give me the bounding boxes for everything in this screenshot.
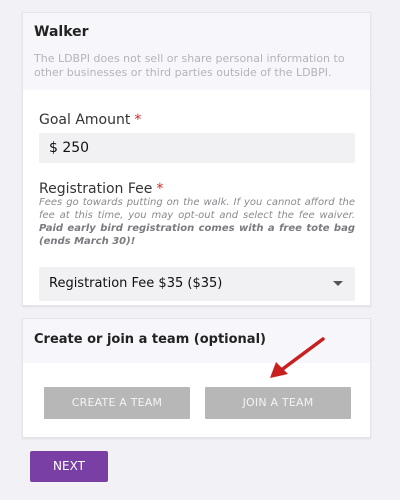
team-card-title: Create or join a team (optional): [34, 332, 266, 347]
required-asterisk: *: [156, 181, 164, 197]
red-arrow-annotation-icon: [270, 337, 325, 378]
walker-card-title: Walker: [34, 24, 89, 40]
chevron-down-icon: [333, 281, 343, 286]
required-asterisk: *: [134, 112, 142, 128]
walker-card: Walker The LDBPI does not sell or share …: [22, 12, 371, 306]
next-button[interactable]: NEXT: [30, 451, 108, 482]
goal-amount-label-text: Goal Amount: [39, 112, 131, 128]
join-team-button[interactable]: JOIN A TEAM: [205, 387, 351, 419]
registration-fee-label-text: Registration Fee: [39, 181, 153, 197]
fee-help-text: Fees go towards putting on the walk. If …: [39, 197, 355, 221]
page: Walker The LDBPI does not sell or share …: [0, 0, 400, 500]
walker-card-header: Walker The LDBPI does not sell or share …: [23, 13, 370, 90]
create-team-button[interactable]: CREATE A TEAM: [44, 387, 190, 419]
fee-help-bold: Paid early bird registration comes with …: [39, 223, 355, 247]
registration-fee-selected-value: Registration Fee $35 ($35): [49, 276, 223, 291]
registration-fee-help: Fees go towards putting on the walk. If …: [39, 196, 355, 248]
registration-fee-label: Registration Fee *: [39, 181, 163, 197]
goal-amount-label: Goal Amount *: [39, 112, 141, 128]
registration-fee-select[interactable]: Registration Fee $35 ($35): [39, 267, 355, 301]
privacy-note: The LDBPI does not sell or share persona…: [34, 52, 345, 79]
goal-amount-input[interactable]: $ 250: [39, 133, 355, 163]
